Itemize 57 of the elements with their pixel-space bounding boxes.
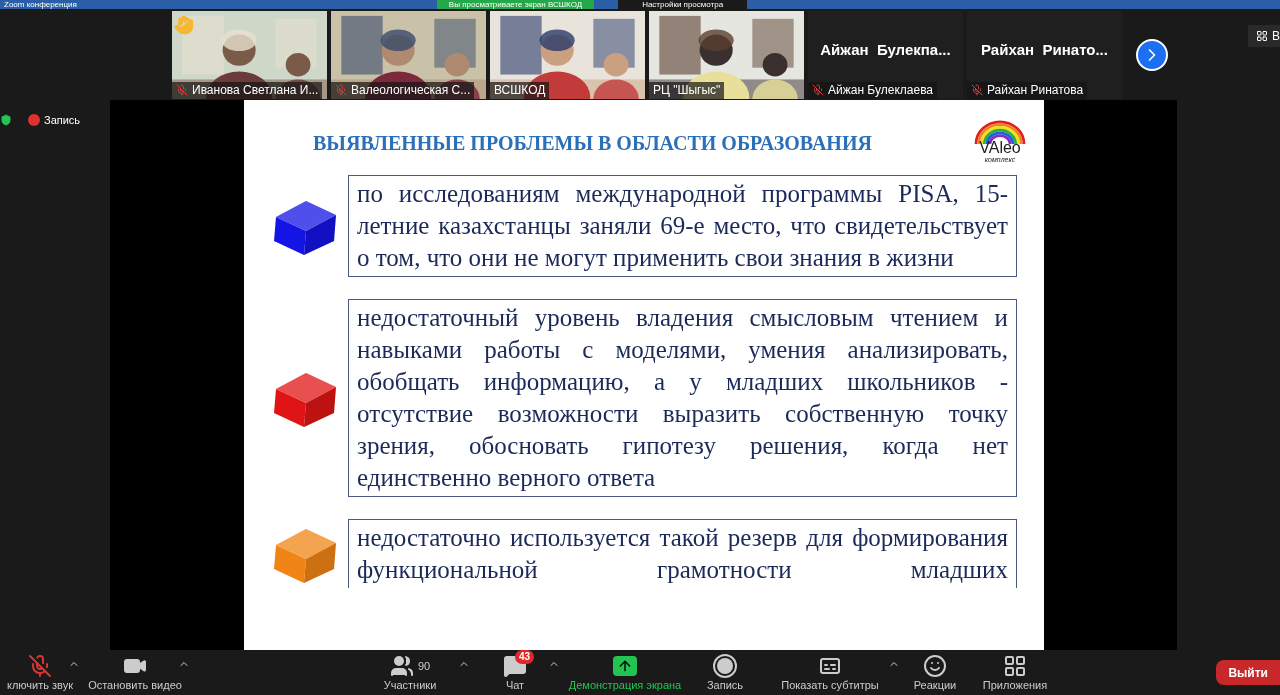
exit-button[interactable]: Выйти — [1216, 660, 1280, 685]
participant-name: ВСШКОД — [494, 84, 546, 96]
toolbar-label: Приложения — [982, 680, 1048, 691]
next-page-button[interactable] — [1136, 38, 1168, 71]
participants-icon — [389, 654, 414, 678]
participant-thumbnail[interactable]: Валеологическая С... — [331, 10, 486, 99]
reactions-icon — [923, 654, 947, 678]
security-icon — [0, 114, 12, 127]
apps-icon — [1003, 654, 1027, 678]
participant-name: Райхан Ринатова — [987, 84, 1084, 96]
toolbar-label: Реакции — [913, 680, 957, 691]
toolbar-button[interactable]: 90 Участники — [350, 654, 470, 691]
toolbar-label: Чат — [505, 680, 525, 691]
toolbar-button[interactable]: Остановить видео — [80, 654, 190, 691]
view-button[interactable]: В — [1248, 25, 1280, 47]
participant-name: Валеологическая С... — [351, 84, 471, 96]
recording-indicator: Запись — [28, 112, 81, 129]
toolbar-label: Участники — [383, 680, 437, 691]
participant-thumbnail[interactable]: РЦ "Шыгыс" — [649, 10, 804, 99]
participant-name: Айжан Булеклаева — [828, 84, 934, 96]
muted-mic-icon — [971, 84, 983, 96]
toolbar-label: ключить звук — [7, 680, 73, 691]
toolbar-button[interactable]: Демонстрация экрана — [560, 654, 690, 691]
participant-thumbnail[interactable]: Райхан Ринато... Райхан Ринатова — [967, 10, 1122, 99]
toolbar-button[interactable]: Запись — [690, 654, 760, 691]
toolbar-label: Показать субтитры — [781, 680, 879, 691]
participant-name: Иванова Светлана И... — [192, 84, 319, 96]
participant-count: 90 — [417, 658, 431, 674]
raised-hand-icon — [174, 14, 194, 35]
participant-thumbnail[interactable]: ВСШКОД — [490, 10, 645, 99]
problem-text: по исследованиям международной программы PISA, 15-летние казахстанцы заняли 69-е место, что свидетельствует о том, что они не могут применить свои знания в жизни — [348, 175, 1017, 277]
problem-text: недостаточный уровень владения смысловым чтением и навыками работы с моделями, умения анализировать, обобщать информацию, а у младших школьников - отсутствие возможности выразить собственную точку зрения, обосновать гипотезу решения, когда нет единственно верного ответа — [348, 299, 1017, 497]
participant-display-name: Райхан Ринато... — [981, 40, 1108, 61]
grid-icon — [1256, 30, 1268, 42]
muted-mic-icon — [28, 654, 52, 678]
record-icon — [713, 654, 737, 678]
slide-title: ВЫЯВЛЕННЫЕ ПРОБЛЕМЫ В ОБЛАСТИ ОБРАЗОВАНИЯ — [313, 131, 872, 156]
toolbar-label: Демонстрация экрана — [568, 680, 682, 691]
share-banner: Вы просматриваете экран ВСШКОД — [436, 0, 595, 9]
participant-display-name: Айжан Булекпа... — [820, 40, 951, 61]
muted-mic-icon — [176, 84, 188, 96]
toolbar-label: Остановить видео — [88, 680, 182, 691]
participant-thumbnail[interactable]: Айжан Булекпа... Айжан Булеклаева — [808, 10, 963, 99]
problem-text: недостаточно используется такой резерв для формирования функциональной грамотности младших — [348, 519, 1017, 588]
toolbar-button[interactable]: Показать субтитры — [760, 654, 900, 691]
muted-mic-icon — [335, 84, 347, 96]
window-title: Zoom конференция — [4, 0, 77, 9]
participant-name: РЦ "Шыгыс" — [653, 84, 721, 96]
toolbar-button[interactable]: ключить звук — [0, 654, 80, 691]
view-options-button[interactable]: Настройки просмотра — [618, 0, 748, 9]
muted-mic-icon — [812, 84, 824, 96]
participant-thumbnail[interactable]: Иванова Светлана И... — [172, 10, 327, 99]
unread-badge: 43 — [515, 650, 535, 664]
toolbar-label: Запись — [706, 680, 744, 691]
toolbar-button[interactable]: Реакции — [900, 654, 970, 691]
toolbar-button[interactable]: Приложения — [970, 654, 1060, 691]
share-screen-icon — [613, 656, 637, 676]
